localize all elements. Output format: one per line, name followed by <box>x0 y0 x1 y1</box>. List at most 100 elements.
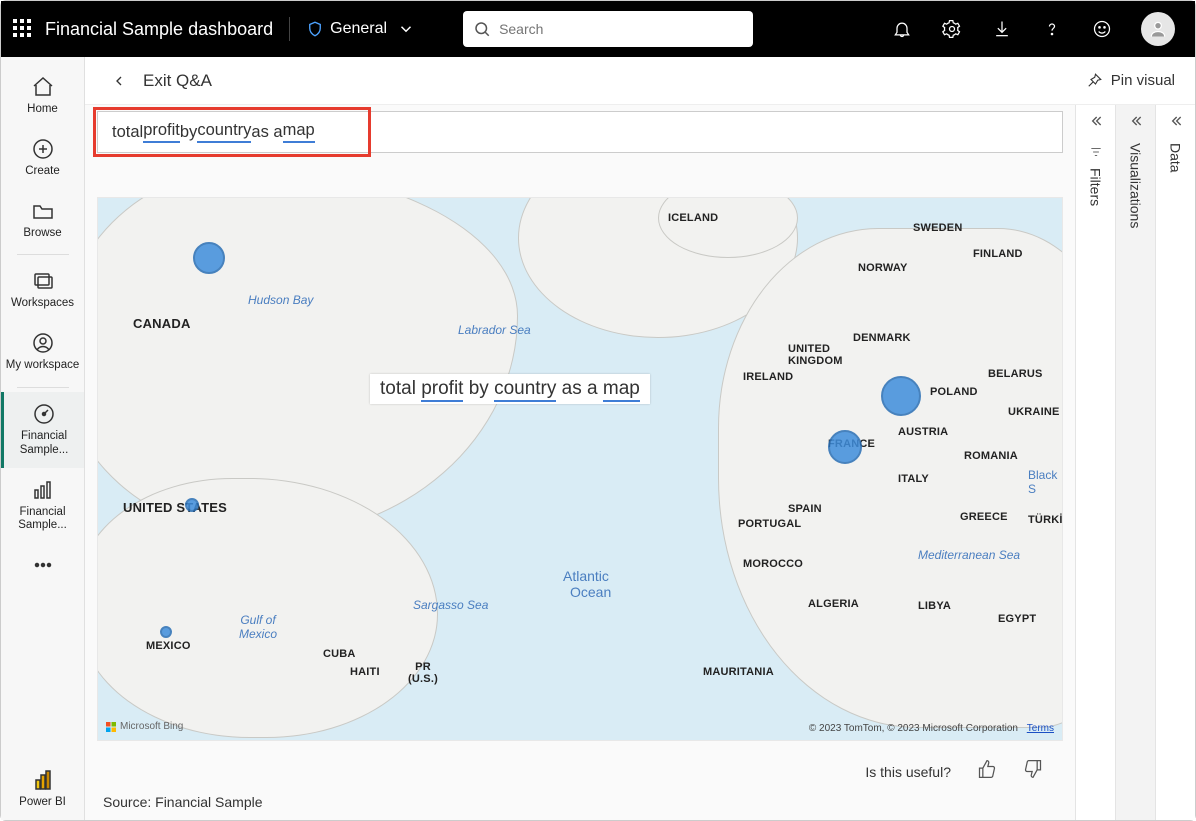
global-search[interactable] <box>463 11 753 47</box>
thumbs-down-button[interactable] <box>1023 759 1043 784</box>
pin-visual-button[interactable]: Pin visual <box>1085 72 1175 90</box>
app-launcher-icon[interactable] <box>13 19 33 39</box>
nav-myws-label: My workspace <box>6 359 80 373</box>
collapse-viz-icon[interactable] <box>1128 113 1144 129</box>
notifications-button[interactable] <box>891 18 913 40</box>
feedback-question: Is this useful? <box>865 764 951 780</box>
label-canada: CANADA <box>133 316 191 331</box>
help-button[interactable] <box>1041 18 1063 40</box>
account-avatar[interactable] <box>1141 12 1175 46</box>
nav-powerbi-label: Power BI <box>19 796 66 810</box>
bing-attribution: Microsoft Bing <box>106 721 183 732</box>
label-portugal: PORTUGAL <box>738 518 801 530</box>
workspaces-icon <box>31 269 55 293</box>
pin-icon <box>1085 72 1103 90</box>
label-sargasso-sea: Sargasso Sea <box>413 598 488 612</box>
label-libya: LIBYA <box>918 600 951 612</box>
qna-input[interactable]: total profit by country as a map <box>97 111 1063 153</box>
question-icon <box>1042 19 1062 39</box>
feedback-button[interactable] <box>1091 18 1113 40</box>
search-input[interactable] <box>499 21 743 37</box>
label-romania: ROMANIA <box>964 450 1018 462</box>
label-ukraine: UKRAINE <box>1008 406 1060 418</box>
bubble-germany[interactable] <box>881 376 921 416</box>
label-turkey: TÜRKİYE <box>1028 514 1063 526</box>
divider <box>289 17 290 41</box>
sensitivity-label: General <box>330 20 387 38</box>
nav-fs1-label: Financial Sample... <box>8 430 80 458</box>
label-haiti: HAITI <box>350 666 380 678</box>
collapse-data-icon[interactable] <box>1168 113 1184 129</box>
label-finland: FINLAND <box>973 248 1023 260</box>
label-belarus: BELARUS <box>988 368 1043 380</box>
label-egypt: EGYPT <box>998 613 1036 625</box>
bubble-france[interactable] <box>828 430 862 464</box>
label-mexico: MEXICO <box>146 640 191 652</box>
thumbs-up-button[interactable] <box>977 759 997 784</box>
home-icon <box>31 75 55 99</box>
nav-home[interactable]: Home <box>1 65 84 127</box>
label-denmark: DENMARK <box>853 332 911 344</box>
nav-workspaces-label: Workspaces <box>11 297 74 311</box>
sensitivity-dropdown[interactable]: General <box>306 20 415 38</box>
terms-link[interactable]: Terms <box>1027 723 1054 734</box>
nav-browse[interactable]: Browse <box>1 189 84 251</box>
bubble-mexico[interactable] <box>160 626 172 638</box>
label-us: UNITED STATES <box>123 500 227 515</box>
label-mauritania: MAURITANIA <box>703 666 774 678</box>
nav-more[interactable] <box>1 543 84 591</box>
back-button[interactable] <box>105 67 133 95</box>
label-ireland: IRELAND <box>743 371 793 383</box>
nav-home-label: Home <box>27 103 58 117</box>
nav-financial-sample-dashboard[interactable]: Financial Sample... <box>1 392 84 468</box>
label-labrador-sea: Labrador Sea <box>458 323 531 337</box>
label-uk: UNITED KINGDOM <box>788 343 858 367</box>
label-sweden: SWEDEN <box>913 222 962 234</box>
label-gulf-mexico: Gulf of Mexico <box>228 613 288 641</box>
source-label: Source: Financial Sample <box>97 790 1063 820</box>
data-label: Data <box>1168 143 1184 173</box>
filters-label: Filters <box>1088 168 1104 206</box>
filters-pane[interactable]: Filters <box>1075 105 1115 820</box>
label-hudson-bay: Hudson Bay <box>248 293 313 307</box>
label-cuba: CUBA <box>323 648 356 660</box>
label-med: Mediterranean Sea <box>918 548 1020 562</box>
nav-powerbi[interactable]: Power BI <box>1 758 84 820</box>
left-nav: Home Create Browse Workspaces My workspa… <box>1 57 85 820</box>
thumbs-down-icon <box>1023 759 1043 779</box>
nav-fs2-label: Financial Sample... <box>5 506 80 534</box>
bubble-canada[interactable] <box>193 242 225 274</box>
exit-qna-label[interactable]: Exit Q&A <box>143 71 212 91</box>
smiley-icon <box>1092 19 1112 39</box>
label-austria: AUSTRIA <box>898 426 948 438</box>
chevron-left-icon <box>111 73 127 89</box>
nav-create[interactable]: Create <box>1 127 84 189</box>
top-icon-group <box>891 12 1175 46</box>
label-norway: NORWAY <box>858 262 908 274</box>
viz-label: Visualizations <box>1128 143 1144 228</box>
settings-button[interactable] <box>941 18 963 40</box>
data-pane[interactable]: Data <box>1155 105 1195 820</box>
bubble-us[interactable] <box>185 498 199 512</box>
chevron-down-icon <box>397 20 415 38</box>
person-circle-icon <box>31 331 55 355</box>
folder-icon <box>31 199 55 223</box>
collapse-filters-icon[interactable] <box>1088 113 1104 129</box>
qna-term-country: country <box>197 121 251 143</box>
qna-term-profit: profit <box>143 121 180 143</box>
bing-logo-icon <box>106 722 116 732</box>
nav-my-workspace[interactable]: My workspace <box>1 321 84 383</box>
nav-financial-sample-report[interactable]: Financial Sample... <box>1 468 84 544</box>
shield-icon <box>306 20 324 38</box>
map-visual[interactable]: Hudson Bay Labrador Sea Sargasso Sea Gul… <box>97 197 1063 741</box>
nav-workspaces[interactable]: Workspaces <box>1 259 84 321</box>
powerbi-icon <box>31 768 55 792</box>
pin-label: Pin visual <box>1111 72 1175 89</box>
download-button[interactable] <box>991 18 1013 40</box>
ellipsis-icon <box>31 553 55 577</box>
visualizations-pane[interactable]: Visualizations <box>1115 105 1155 820</box>
label-algeria: ALGERIA <box>808 598 859 610</box>
sub-header: Exit Q&A Pin visual <box>85 57 1195 105</box>
top-bar: Financial Sample dashboard General <box>1 1 1195 57</box>
thumbs-up-icon <box>977 759 997 779</box>
